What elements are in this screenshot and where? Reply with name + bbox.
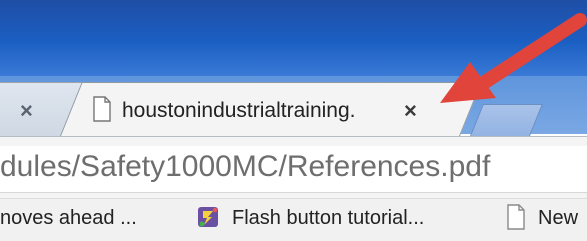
document-icon	[93, 96, 111, 122]
url-text[interactable]: dules/Safety1000MC/References.pdf	[0, 150, 490, 184]
tab-title-fade	[362, 96, 392, 126]
tab-title: houstonindustrialtraining.	[122, 99, 356, 122]
bookmark-item[interactable]: Flash button tutorial...	[232, 207, 424, 230]
close-tab-icon[interactable]: ×	[404, 100, 417, 122]
flash-icon	[198, 207, 218, 227]
bookmark-item[interactable]: New	[538, 207, 578, 230]
window-titlebar	[0, 0, 587, 76]
bookmark-item[interactable]: noves ahead ...	[0, 207, 137, 230]
document-icon	[507, 204, 525, 230]
close-tab-icon[interactable]: ×	[20, 100, 33, 122]
